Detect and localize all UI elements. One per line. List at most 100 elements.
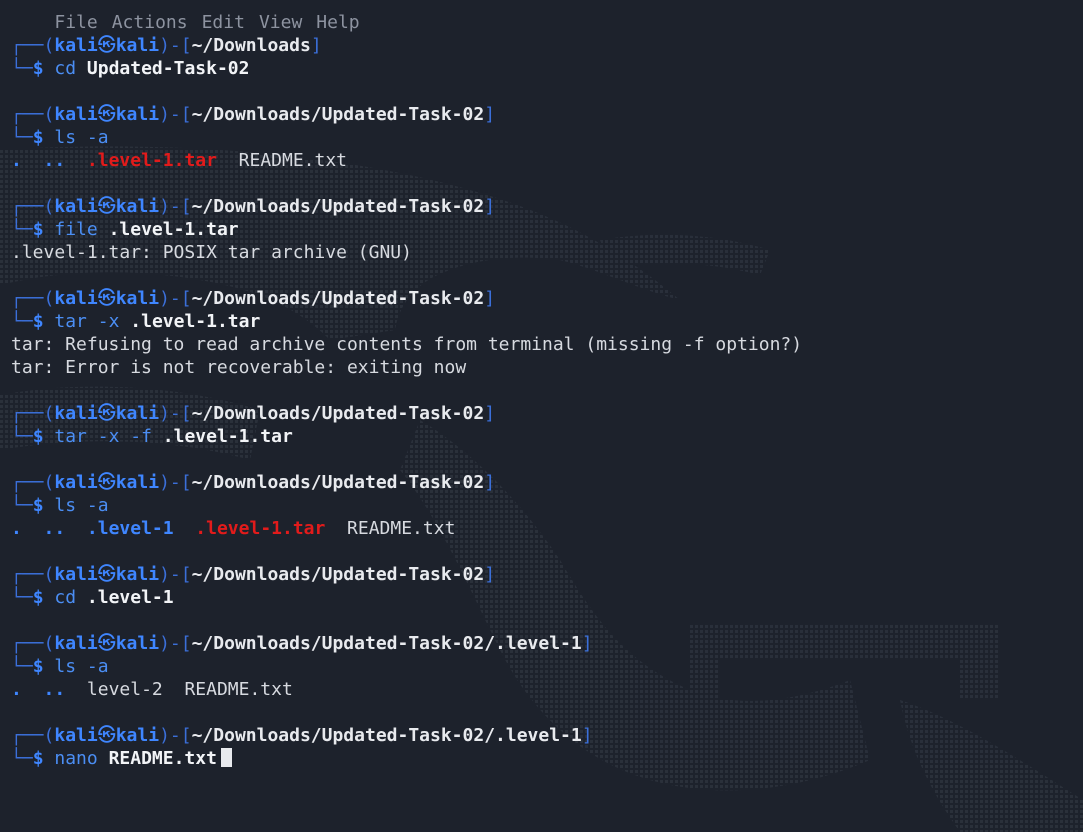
prompt-user: kali — [54, 725, 98, 746]
kali-symbol-icon: ㉿ — [97, 472, 116, 493]
prompt-frame-open: ┌──( — [11, 35, 55, 56]
prompt-path: ~/Downloads/Updated-Task-02 — [191, 564, 485, 585]
prompt-dollar: $ — [32, 219, 44, 240]
kali-symbol-icon: ㉿ — [97, 403, 116, 424]
prompt-host: kali — [115, 725, 160, 746]
command-line[interactable]: └─$ ls -a — [11, 655, 1083, 678]
menu-edit[interactable]: Edit — [202, 12, 245, 33]
command-line[interactable]: └─$ ls -a — [11, 494, 1083, 517]
terminal-window[interactable]: File Actions Edit View Help ┌──(kali㉿kali)-[… — [11, 0, 1083, 832]
prompt-dollar: $ — [32, 587, 44, 608]
prompt-corner: └─ — [11, 426, 33, 447]
prompt-frame-close: ] — [484, 403, 496, 424]
kali-symbol-icon: ㉿ — [97, 725, 116, 746]
prompt-header: ┌──(kali㉿kali)-[~/Downloads] — [11, 34, 1083, 57]
listing-entry: level-2 — [86, 679, 163, 700]
prompt-user: kali — [54, 472, 98, 493]
command-line[interactable]: └─$ ls -a — [11, 126, 1083, 149]
prompt-frame-open: ┌──( — [11, 564, 55, 585]
prompt-path: ~/Downloads/Updated-Task-02/.level-1 — [191, 725, 582, 746]
prompt-user: kali — [54, 564, 98, 585]
command-name: ls — [54, 495, 77, 516]
prompt-host: kali — [115, 633, 160, 654]
listing-entry: .. — [43, 150, 66, 171]
listing-entry: .level-1.tar — [195, 518, 326, 539]
command-args: -a — [86, 495, 109, 516]
command-name: tar — [54, 311, 87, 332]
command-output: .level-1.tar: POSIX tar archive (GNU) — [11, 242, 412, 263]
prompt-host: kali — [115, 35, 160, 56]
command-name: ls — [54, 656, 77, 677]
kali-symbol-icon: ㉿ — [97, 35, 116, 56]
prompt-frame-close: ] — [484, 104, 496, 125]
prompt-dollar: $ — [32, 311, 44, 332]
kali-symbol-icon: ㉿ — [97, 564, 116, 585]
prompt-dollar: $ — [32, 748, 44, 769]
prompt-frame-mid: )-[ — [159, 472, 192, 493]
prompt-frame-mid: )-[ — [159, 725, 192, 746]
menu-actions[interactable]: Actions — [112, 12, 188, 33]
command-args: -a — [86, 656, 109, 677]
prompt-header: ┌──(kali㉿kali)-[~/Downloads/Updated-Task… — [11, 103, 1083, 126]
prompt-corner: └─ — [11, 656, 33, 677]
kali-symbol-icon: ㉿ — [97, 104, 116, 125]
prompt-dollar: $ — [32, 58, 44, 79]
command-args: .level-1.tar — [108, 219, 239, 240]
command-line[interactable]: └─$ cd Updated-Task-02 — [11, 57, 1083, 80]
command-name: ls — [54, 127, 77, 148]
prompt-corner: └─ — [11, 58, 33, 79]
command-line[interactable]: └─$ file .level-1.tar — [11, 218, 1083, 241]
prompt-frame-mid: )-[ — [159, 104, 192, 125]
prompt-frame-open: ┌──( — [11, 104, 55, 125]
listing-entry: README.txt — [347, 518, 456, 539]
kali-symbol-icon: ㉿ — [97, 633, 116, 654]
listing-entry: README.txt — [184, 679, 293, 700]
prompt-frame-open: ┌──( — [11, 288, 55, 309]
command-flags: -x -f — [97, 426, 152, 447]
prompt-frame-open: ┌──( — [11, 196, 55, 217]
prompt-header: ┌──(kali㉿kali)-[~/Downloads/Updated-Task… — [11, 471, 1083, 494]
prompt-frame-mid: )-[ — [159, 288, 192, 309]
command-name: cd — [54, 587, 77, 608]
command-line[interactable]: └─$ tar -x -f .level-1.tar — [11, 425, 1083, 448]
command-line[interactable]: └─$ tar -x .level-1.tar — [11, 310, 1083, 333]
command-args: .level-1.tar — [130, 311, 261, 332]
prompt-frame-open: ┌──( — [11, 633, 55, 654]
prompt-host: kali — [115, 564, 160, 585]
prompt-frame-open: ┌──( — [11, 472, 55, 493]
prompt-path: ~/Downloads/Updated-Task-02 — [191, 288, 485, 309]
kali-symbol-icon: ㉿ — [97, 196, 116, 217]
listing-entry: . — [11, 679, 22, 700]
listing-entry: .level-1 — [86, 518, 174, 539]
prompt-path: ~/Downloads — [191, 35, 311, 56]
prompt-host: kali — [115, 196, 160, 217]
command-output: tar: Refusing to read archive contents f… — [11, 334, 803, 355]
prompt-header: ┌──(kali㉿kali)-[~/Downloads/Updated-Task… — [11, 724, 1083, 747]
prompt-user: kali — [54, 35, 98, 56]
prompt-frame-close: ] — [581, 725, 593, 746]
prompt-host: kali — [115, 288, 160, 309]
listing-entry: . — [11, 518, 22, 539]
command-args: -a — [86, 127, 109, 148]
prompt-corner: └─ — [11, 495, 33, 516]
prompt-host: kali — [115, 472, 160, 493]
prompt-header: ┌──(kali㉿kali)-[~/Downloads/Updated-Task… — [11, 287, 1083, 310]
prompt-header: ┌──(kali㉿kali)-[~/Downloads/Updated-Task… — [11, 632, 1083, 655]
prompt-path: ~/Downloads/Updated-Task-02 — [191, 403, 485, 424]
listing-entry: .. — [43, 679, 66, 700]
command-line[interactable]: └─$ nano README.txt — [11, 747, 1083, 770]
menu-help[interactable]: Help — [316, 12, 359, 33]
prompt-dollar: $ — [32, 127, 44, 148]
menu-view[interactable]: View — [259, 12, 302, 33]
prompt-path: ~/Downloads/Updated-Task-02 — [191, 104, 485, 125]
prompt-frame-mid: )-[ — [159, 196, 192, 217]
prompt-host: kali — [115, 403, 160, 424]
command-line[interactable]: └─$ cd .level-1 — [11, 586, 1083, 609]
prompt-frame-close: ] — [484, 288, 496, 309]
menu-file[interactable]: File — [54, 12, 97, 33]
prompt-user: kali — [54, 633, 98, 654]
menu-bar: File Actions Edit View Help — [11, 0, 1083, 33]
